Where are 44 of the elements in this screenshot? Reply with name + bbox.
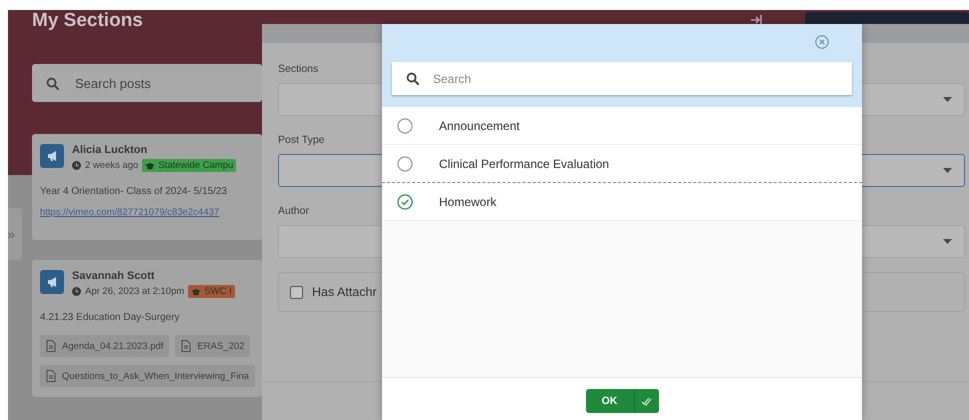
graduation-cap-icon (145, 162, 156, 170)
attachment-chip[interactable]: Questions_to_Ask_When_Interviewing_Fina (40, 365, 255, 387)
field-label: Author (278, 205, 310, 217)
ok-button[interactable]: OK (586, 389, 658, 413)
search-icon (46, 76, 59, 90)
campus-tag: SWC I (188, 285, 235, 298)
option-item[interactable]: Homework (382, 183, 862, 221)
arrow-to-bar-icon (750, 14, 762, 26)
post-time: Apr 26, 2023 at 2:10pm (85, 286, 184, 297)
video-link[interactable]: https://vimeo.com/827721079/c83e2c4437 (40, 207, 220, 218)
check-circle-icon[interactable] (397, 194, 413, 210)
clock-icon (72, 161, 81, 170)
double-check-icon (641, 396, 652, 406)
author-name: Alicia Luckton (72, 144, 148, 156)
radio-icon[interactable] (397, 118, 413, 134)
attachment-chip[interactable]: Agenda_04.21.2023.pdf (40, 335, 170, 357)
search-field[interactable]: Search (392, 62, 852, 95)
author-name: Savannah Scott (72, 270, 156, 282)
field-label: Sections (278, 63, 320, 75)
option-item[interactable]: Announcement (382, 107, 862, 145)
field-label: Post Type (278, 134, 326, 146)
post-text: Year 4 Orientation- Class of 2024- 5/15/23 (40, 186, 228, 197)
radio-icon[interactable] (397, 156, 413, 172)
page-title: My Sections (32, 10, 144, 33)
campus-tag: Statewide Campu (142, 159, 236, 172)
graduation-cap-icon (191, 288, 202, 296)
sidebar-toggle[interactable]: » (8, 208, 22, 260)
caret-icon (943, 239, 952, 244)
checkbox-icon[interactable] (290, 286, 303, 298)
post-time: 2 weeks ago (85, 160, 138, 171)
post-text: 4.21.23 Education Day-Surgery (40, 312, 181, 323)
caret-icon (943, 168, 952, 173)
caret-icon (943, 97, 952, 102)
search-icon (406, 72, 419, 85)
document-icon (46, 340, 56, 352)
megaphone-icon (40, 270, 64, 294)
option-item[interactable]: Clinical Performance Evaluation (382, 145, 862, 183)
document-icon (46, 370, 56, 382)
close-icon[interactable] (815, 35, 829, 49)
attachment-chip[interactable]: ERAS_202 (175, 335, 250, 357)
megaphone-icon (40, 144, 64, 168)
clock-icon (72, 287, 81, 296)
document-icon (181, 340, 192, 352)
search-field[interactable]: Search posts (32, 64, 262, 102)
